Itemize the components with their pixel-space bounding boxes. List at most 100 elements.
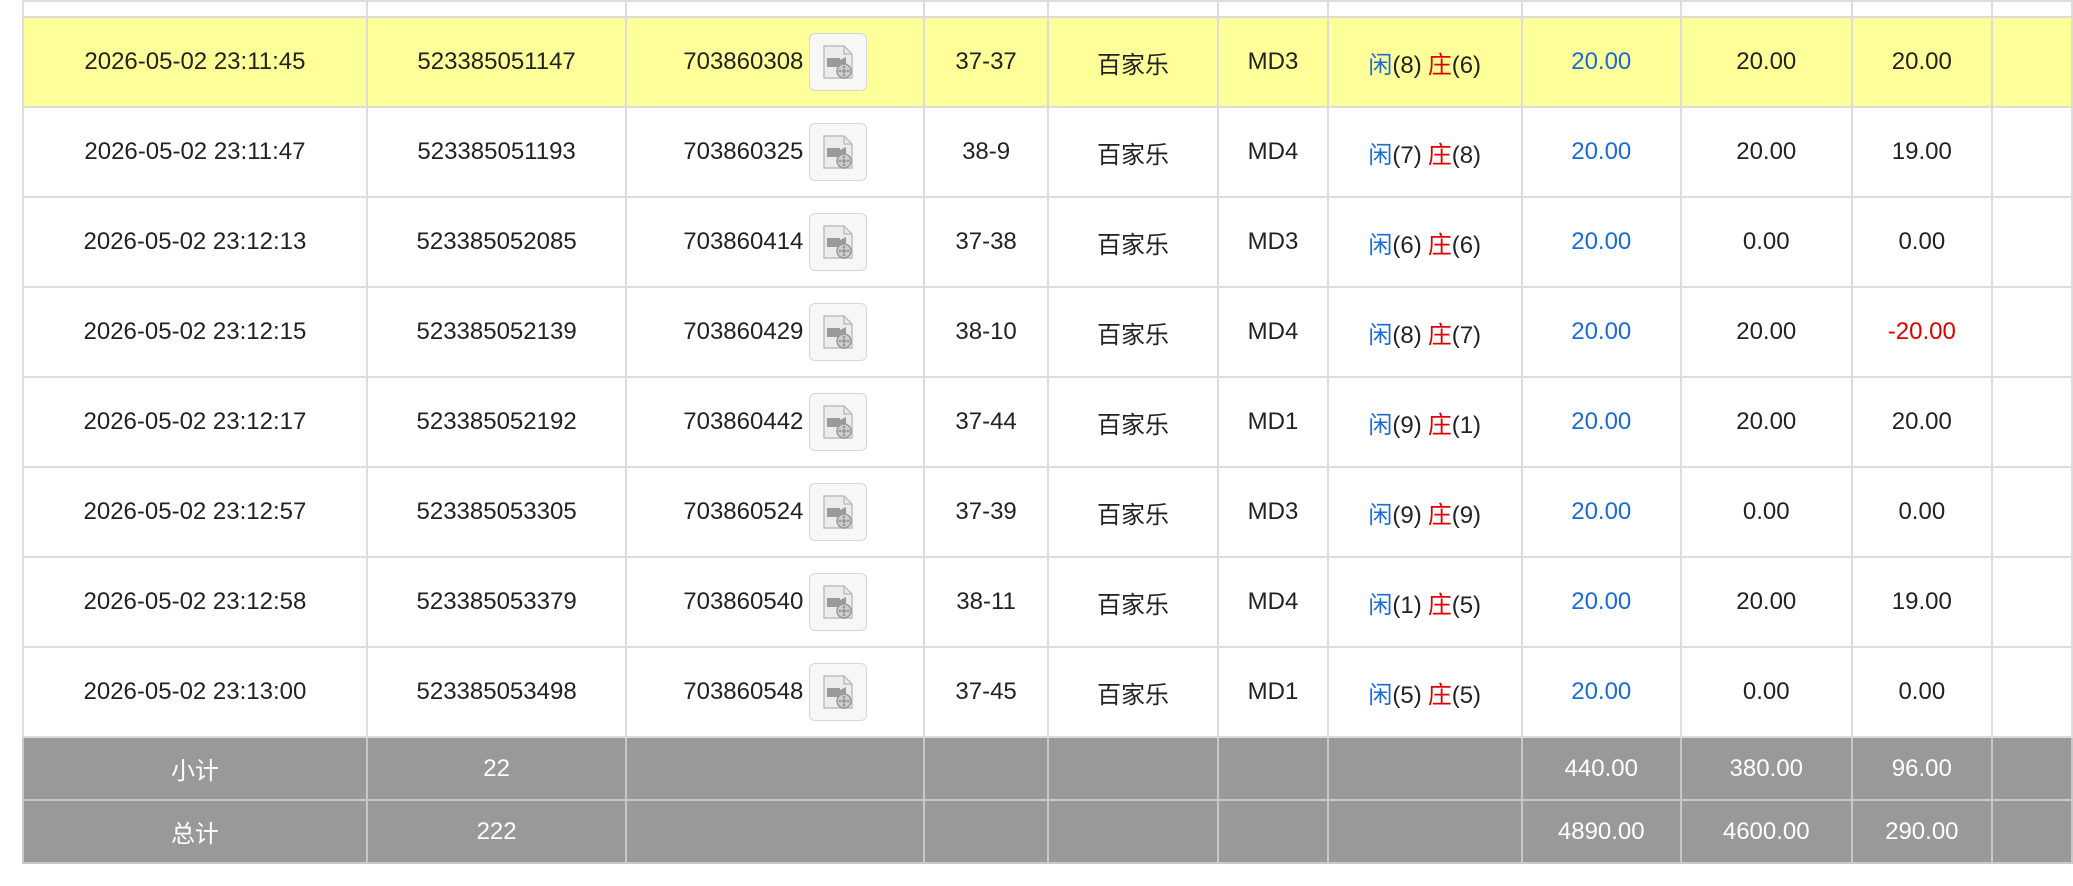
replay-button[interactable]	[809, 483, 868, 541]
bet-amount[interactable]: 20.00	[1520, 106, 1682, 198]
subtotal-count: 22	[365, 736, 628, 801]
table-row[interactable]: 2026-05-02 23:12:58 523385053379 703860540…	[22, 556, 2073, 648]
player-label: 闲	[1368, 231, 1393, 259]
win-loss: 0.00	[1850, 196, 1993, 288]
table-row[interactable]: 2026-05-02 23:11:45 523385051147 703860308…	[22, 16, 2073, 108]
player-points: (1)	[1392, 591, 1422, 619]
table-code: MD1	[1217, 646, 1329, 738]
bet-number: 523385052192	[365, 376, 628, 468]
table-code: MD4	[1217, 556, 1329, 648]
bet-number: 523385051147	[365, 16, 628, 108]
valid-bet: 20.00	[1679, 556, 1853, 648]
shoe-round: 37-39	[923, 466, 1049, 558]
table-code: MD4	[1217, 106, 1329, 198]
replay-button[interactable]	[809, 303, 868, 361]
total-valid: 4600.00	[1679, 799, 1853, 864]
game-type: 百家乐	[1046, 646, 1220, 738]
bet-amount[interactable]: 20.00	[1520, 466, 1682, 558]
subtotal-label: 小计	[22, 736, 368, 801]
bet-amount[interactable]: 20.00	[1520, 16, 1682, 108]
player-label: 闲	[1368, 501, 1393, 529]
player-points: (9)	[1392, 501, 1422, 529]
game-number: 703860429	[683, 318, 804, 345]
video-replay-icon	[810, 582, 866, 622]
game-number: 703860308	[683, 48, 804, 75]
bet-time: 2026-05-02 23:12:58	[22, 556, 368, 648]
total-win: 290.00	[1850, 799, 1993, 864]
bet-number: 523385053498	[365, 646, 628, 738]
subtotal-row: 小计 22 440.00 380.00 96.00	[22, 736, 2073, 801]
player-label: 闲	[1368, 411, 1393, 439]
valid-bet: 20.00	[1679, 106, 1853, 198]
table-row[interactable]: 2026-05-02 23:12:57 523385053305 703860524…	[22, 466, 2073, 558]
banker-label: 庄	[1427, 681, 1452, 709]
valid-bet: 0.00	[1679, 466, 1853, 558]
win-loss: 0.00	[1850, 646, 1993, 738]
valid-bet: 0.00	[1679, 646, 1853, 738]
table-row[interactable]: 2026-05-02 23:13:00 523385053498 703860548…	[22, 646, 2073, 738]
game-number-cell: 703860540	[625, 556, 926, 648]
table-row[interactable]: 2026-05-02 23:12:15 523385052139 703860429…	[22, 286, 2073, 378]
game-result: 闲(9) 庄(9)	[1326, 466, 1523, 558]
bet-amount[interactable]: 20.00	[1520, 646, 1682, 738]
shoe-round: 37-44	[923, 376, 1049, 468]
game-type: 百家乐	[1046, 16, 1220, 108]
total-row: 总计 222 4890.00 4600.00 290.00	[22, 799, 2073, 864]
banker-points: (6)	[1451, 231, 1482, 259]
game-type: 百家乐	[1046, 376, 1220, 468]
game-result: 闲(5) 庄(5)	[1326, 646, 1523, 738]
banker-label: 庄	[1427, 501, 1452, 529]
bet-amount[interactable]: 20.00	[1520, 376, 1682, 468]
shoe-round: 38-11	[923, 556, 1049, 648]
player-label: 闲	[1368, 681, 1393, 709]
bet-amount[interactable]: 20.00	[1520, 196, 1682, 288]
game-number-cell: 703860524	[625, 466, 926, 558]
table-row[interactable]: 2026-05-02 23:12:17 523385052192 703860442…	[22, 376, 2073, 468]
bet-records-body: 2026-05-02 23:11:45 523385051147 703860308…	[22, 0, 2073, 738]
bet-time: 2026-05-02 23:12:15	[22, 286, 368, 378]
replay-button[interactable]	[809, 213, 868, 271]
game-number: 703860540	[683, 588, 804, 615]
bet-time: 2026-05-02 23:13:00	[22, 646, 368, 738]
win-loss: 20.00	[1850, 16, 1993, 108]
replay-button[interactable]	[809, 573, 868, 631]
table-row[interactable]: 2026-05-02 23:11:47 523385051193 703860325…	[22, 106, 2073, 198]
game-type: 百家乐	[1046, 466, 1220, 558]
player-points: (6)	[1392, 231, 1422, 259]
win-loss: 19.00	[1850, 106, 1993, 198]
banker-label: 庄	[1427, 321, 1452, 349]
game-type: 百家乐	[1046, 556, 1220, 648]
bet-amount[interactable]: 20.00	[1520, 286, 1682, 378]
banker-points: (1)	[1451, 411, 1482, 439]
replay-button[interactable]	[809, 663, 868, 721]
replay-button[interactable]	[809, 393, 868, 451]
shoe-round: 37-38	[923, 196, 1049, 288]
game-result: 闲(7) 庄(8)	[1326, 106, 1523, 198]
valid-bet: 20.00	[1679, 376, 1853, 468]
banker-points: (6)	[1451, 51, 1482, 79]
previous-row-edge	[22, 0, 2073, 18]
banker-points: (7)	[1451, 321, 1482, 349]
video-replay-icon	[810, 402, 866, 442]
video-replay-icon	[810, 42, 866, 82]
bet-time: 2026-05-02 23:11:45	[22, 16, 368, 108]
win-loss: 19.00	[1850, 556, 1993, 648]
game-type: 百家乐	[1046, 106, 1220, 198]
replay-button[interactable]	[809, 33, 868, 91]
game-number-cell: 703860442	[625, 376, 926, 468]
bet-time: 2026-05-02 23:12:57	[22, 466, 368, 558]
game-result: 闲(1) 庄(5)	[1326, 556, 1523, 648]
table-row[interactable]: 2026-05-02 23:12:13 523385052085 703860414…	[22, 196, 2073, 288]
player-label: 闲	[1368, 141, 1393, 169]
banker-points: (5)	[1451, 681, 1482, 709]
player-points: (8)	[1392, 51, 1422, 79]
bet-amount[interactable]: 20.00	[1520, 556, 1682, 648]
game-result: 闲(8) 庄(6)	[1326, 16, 1523, 108]
total-count: 222	[365, 799, 628, 864]
bet-number: 523385053379	[365, 556, 628, 648]
game-result: 闲(6) 庄(6)	[1326, 196, 1523, 288]
video-replay-icon	[810, 672, 866, 712]
video-replay-icon	[810, 492, 866, 532]
replay-button[interactable]	[809, 123, 868, 181]
banker-points: (5)	[1451, 591, 1482, 619]
